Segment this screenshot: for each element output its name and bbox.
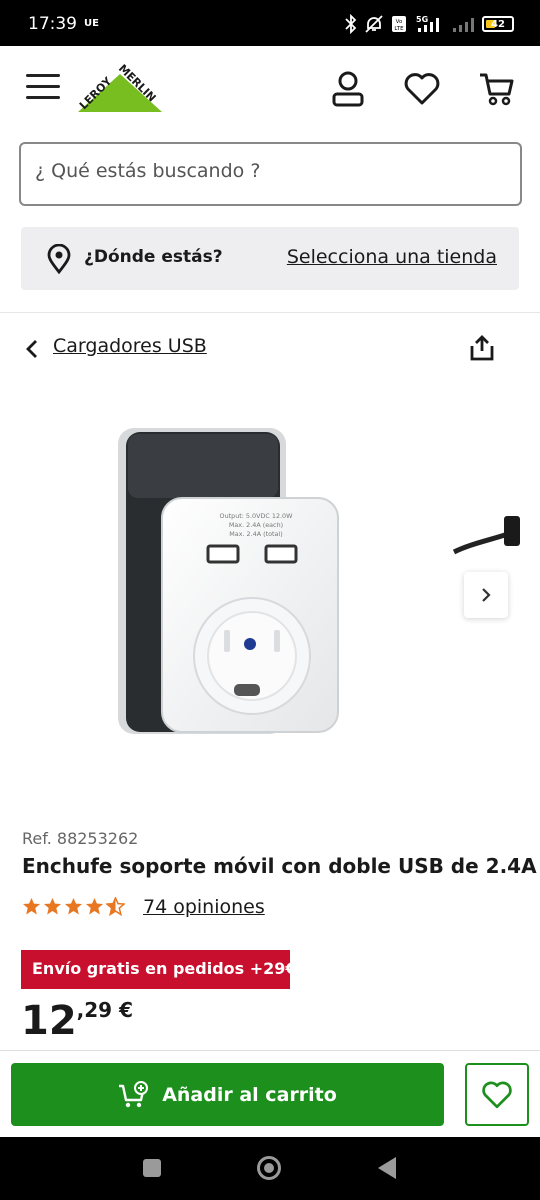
signal-icon [453,18,474,32]
price-integer: 12 [21,998,77,1044]
signal-5g-icon: 5G [416,15,439,32]
status-bar: 17:39 UE Vo LTE 5G 42 [0,0,540,46]
divider [0,1050,540,1051]
svg-text:LTE: LTE [394,26,404,32]
star-icon [43,897,62,915]
search-input[interactable] [35,160,505,182]
user-icon[interactable] [330,70,366,108]
home-button[interactable] [257,1156,281,1180]
mute-icon [365,15,383,33]
chevron-right-icon [482,588,491,602]
free-shipping-badge: Envío gratis en pedidos +29€ [21,950,297,989]
product-title: Enchufe soporte móvil con doble USB de 2… [22,854,537,878]
svg-text:Vo: Vo [396,19,403,25]
spec-line-2: Max. 2.4A (each) [229,521,283,529]
product-image[interactable]: Output: 5.0VDC 12.0W Max. 2.4A (each) Ma… [106,418,346,748]
rating-stars[interactable] [22,897,125,916]
star-icon [64,897,83,915]
divider [0,312,540,313]
star-icon [85,897,104,915]
leroy-merlin-logo[interactable]: LEROY MERLIN [74,60,166,120]
battery-icon: 42 [482,16,514,32]
network-label: 5G [416,15,428,24]
status-icons: Vo LTE 5G 42 [345,13,514,35]
chevron-left-icon[interactable] [24,338,40,360]
store-question: ¿Dónde estás? [84,247,223,267]
carousel-next-button[interactable] [464,572,508,618]
heart-icon [482,1081,512,1109]
cart-add-icon [119,1080,149,1107]
location-pin-icon [47,244,71,274]
menu-icon[interactable] [26,74,60,104]
price: 12 ,29 € [21,996,133,1046]
bluetooth-icon [345,14,357,34]
heart-icon[interactable] [403,72,441,106]
back-button[interactable] [378,1157,396,1179]
store-selector: ¿Dónde estás? Selecciona una tienda [21,227,519,290]
reviews-link[interactable]: 74 opiniones [143,896,265,918]
add-to-cart-button[interactable]: Añadir al carrito [11,1063,444,1126]
recent-apps-button[interactable] [143,1159,161,1177]
system-nav-bar [0,1137,540,1200]
cart-icon[interactable] [478,70,516,108]
status-time: 17:39 [28,14,77,34]
share-icon[interactable] [468,334,496,362]
battery-level: 42 [491,18,505,30]
header: LEROY MERLIN [0,46,540,136]
breadcrumb[interactable]: Cargadores USB [53,335,207,357]
spec-line-3: Max. 2.4A (total) [229,530,282,538]
half-star-icon [106,897,125,916]
search-box [19,142,522,206]
price-decimal: ,29 € [76,998,133,1022]
star-icon [22,897,41,915]
add-to-cart-label: Añadir al carrito [162,1083,337,1106]
spec-line-1: Output: 5.0VDC 12.0W [220,512,294,520]
volte-icon: VoLTE [392,16,406,32]
wishlist-button[interactable] [465,1063,529,1126]
select-store-link[interactable]: Selecciona una tienda [287,246,497,268]
status-carrier: UE [84,18,99,29]
next-image-peek [452,516,520,555]
product-ref: Ref. 88253262 [22,829,139,848]
